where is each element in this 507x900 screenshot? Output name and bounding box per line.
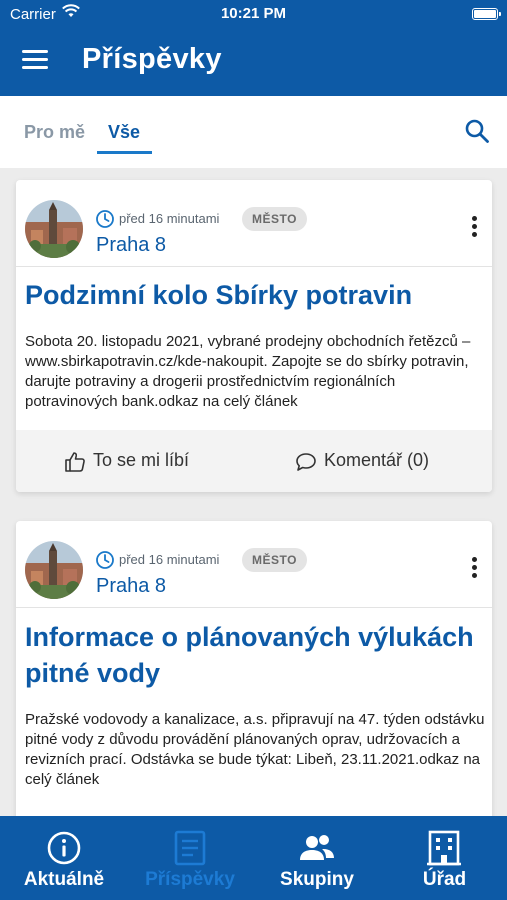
tab-pro-me[interactable]: Pro mě bbox=[24, 122, 85, 143]
hamburger-menu-icon[interactable] bbox=[22, 50, 48, 70]
post-actions: To se mi líbí Komentář (0) bbox=[16, 430, 492, 492]
tab-bar: Pro mě Vše bbox=[0, 96, 507, 168]
post-time: před 16 minutami bbox=[119, 552, 220, 567]
status-time: 10:21 PM bbox=[220, 5, 287, 22]
search-icon[interactable] bbox=[464, 118, 490, 144]
author-avatar[interactable] bbox=[25, 200, 83, 258]
author-avatar[interactable] bbox=[25, 541, 83, 599]
post-time: před 16 minutami bbox=[119, 211, 220, 226]
group-icon bbox=[300, 835, 334, 860]
clock-icon bbox=[96, 210, 114, 228]
author-name[interactable]: Praha 8 bbox=[96, 234, 166, 257]
nav-label: Příspěvky bbox=[145, 869, 235, 890]
document-icon bbox=[174, 830, 206, 866]
post-text: Pražské vodovody a kanalizace, a.s. přip… bbox=[25, 711, 485, 788]
nav-label: Skupiny bbox=[280, 869, 354, 890]
post-title[interactable]: Informace o plánovaných výlukách pitné v… bbox=[25, 619, 483, 691]
building-icon bbox=[427, 830, 461, 866]
nav-label: Aktuálně bbox=[23, 869, 105, 890]
bottom-navigation: Aktuálně Příspěvky Skupiny Úřad bbox=[0, 816, 507, 900]
divider bbox=[16, 607, 492, 608]
comment-icon bbox=[296, 453, 316, 471]
nav-prispevky[interactable]: Příspěvky bbox=[128, 816, 252, 900]
info-icon bbox=[47, 831, 81, 865]
nav-skupiny[interactable]: Skupiny bbox=[252, 816, 382, 900]
post-card[interactable]: před 16 minutami MĚSTO Praha 8 Podzimní … bbox=[16, 180, 492, 492]
divider bbox=[16, 266, 492, 267]
battery-icon bbox=[472, 8, 501, 20]
thumbs-up-icon bbox=[65, 452, 85, 472]
post-card[interactable]: před 16 minutami MĚSTO Praha 8 Informace… bbox=[16, 521, 492, 821]
post-text: Sobota 20. listopadu 2021, vybrané prode… bbox=[25, 333, 471, 410]
comment-label: Komentář (0) bbox=[324, 450, 430, 470]
category-badge: MĚSTO bbox=[242, 207, 307, 231]
tab-vse[interactable]: Vše bbox=[108, 122, 140, 143]
comment-button[interactable]: Komentář (0) bbox=[295, 450, 429, 471]
status-bar: Carrier 10:21 PM bbox=[0, 0, 507, 28]
page-title: Příspěvky bbox=[82, 43, 222, 75]
nav-aktualne[interactable]: Aktuálně bbox=[0, 816, 128, 900]
like-button[interactable]: To se mi líbí bbox=[64, 450, 190, 472]
more-options-icon[interactable] bbox=[468, 557, 480, 583]
author-name[interactable]: Praha 8 bbox=[96, 575, 166, 598]
clock-icon bbox=[96, 551, 114, 569]
like-label: To se mi líbí bbox=[93, 450, 190, 470]
category-badge: MĚSTO bbox=[242, 548, 307, 572]
nav-label: Úřad bbox=[422, 869, 467, 890]
nav-urad[interactable]: Úřad bbox=[382, 816, 507, 900]
more-options-icon[interactable] bbox=[468, 216, 480, 242]
post-title[interactable]: Podzimní kolo Sbírky potravin bbox=[25, 277, 483, 313]
active-tab-indicator bbox=[97, 151, 152, 154]
app-header: Carrier 10:21 PM Příspěvky bbox=[0, 0, 507, 96]
